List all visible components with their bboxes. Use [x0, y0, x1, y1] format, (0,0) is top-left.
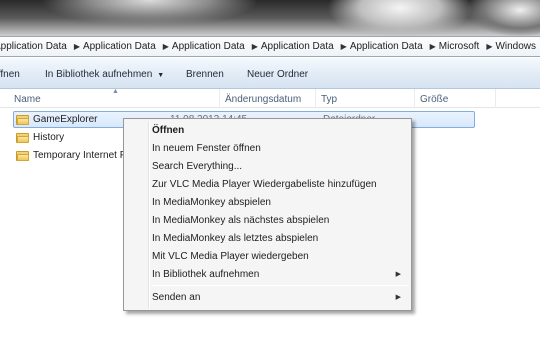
context-menu: Öffnen In neuem Fenster öffnen Search Ev… — [123, 118, 412, 311]
submenu-arrow-icon: ▶ — [395, 271, 401, 278]
chevron-right-icon[interactable]: ▶ — [71, 42, 83, 51]
folder-icon — [16, 132, 29, 143]
new-folder-button[interactable]: Neuer Ordner — [247, 69, 308, 80]
column-divider[interactable] — [495, 89, 496, 108]
breadcrumb-item[interactable]: Application Data — [172, 41, 249, 52]
caret-down-icon: ▼ — [157, 72, 165, 79]
column-header-name[interactable]: Name — [14, 94, 41, 105]
breadcrumb-item[interactable]: Microsoft — [439, 41, 484, 52]
add-to-library-label: In Bibliothek aufnehmen — [45, 69, 153, 80]
file-name: History — [33, 132, 65, 143]
chevron-right-icon[interactable]: ▶ — [483, 42, 495, 51]
column-divider[interactable] — [315, 89, 316, 108]
menu-item-send-to[interactable]: Senden an — [152, 292, 200, 303]
menu-item-vlc-add-playlist[interactable]: Zur VLC Media Player Wiedergabeliste hin… — [152, 179, 377, 190]
breadcrumb-item[interactable]: Application Data — [0, 41, 71, 52]
menu-item-search-everything[interactable]: Search Everything... — [152, 161, 242, 172]
burn-button[interactable]: Brennen — [186, 69, 224, 80]
breadcrumb-item[interactable]: Application Data — [261, 41, 338, 52]
desktop-background — [0, 0, 540, 36]
menu-item-mediamonkey-play-last[interactable]: In MediaMonkey als letztes abspielen — [152, 233, 318, 244]
column-divider[interactable] — [219, 89, 220, 108]
breadcrumb-item[interactable]: Windows — [495, 41, 540, 52]
menu-item-vlc-play[interactable]: Mit VLC Media Player wiedergeben — [152, 251, 309, 262]
menu-separator — [151, 285, 409, 286]
breadcrumb-item[interactable]: Application Data — [350, 41, 427, 52]
menu-item-mediamonkey-play[interactable]: In MediaMonkey abspielen — [152, 197, 271, 208]
menu-item-open[interactable]: Öffnen — [152, 125, 184, 136]
column-header-date[interactable]: Änderungsdatum — [225, 94, 301, 105]
column-header-size[interactable]: Größe — [420, 94, 448, 105]
open-button[interactable]: Öffnen — [0, 69, 20, 80]
folder-icon — [16, 150, 29, 161]
chevron-right-icon[interactable]: ▶ — [249, 42, 261, 51]
sort-ascending-icon: ▲ — [112, 88, 119, 95]
chevron-right-icon[interactable]: ▶ — [427, 42, 439, 51]
menu-item-mediamonkey-play-next[interactable]: In MediaMonkey als nächstes abspielen — [152, 215, 329, 226]
breadcrumb[interactable]: Application Data ▶ Application Data ▶ Ap… — [0, 36, 540, 57]
submenu-arrow-icon: ▶ — [395, 294, 401, 301]
chevron-right-icon[interactable]: ▶ — [338, 42, 350, 51]
column-divider[interactable] — [414, 89, 415, 108]
column-header-type[interactable]: Typ — [321, 94, 337, 105]
chevron-right-icon[interactable]: ▶ — [160, 42, 172, 51]
breadcrumb-item[interactable]: Application Data — [83, 41, 160, 52]
file-name: GameExplorer — [33, 114, 98, 125]
add-to-library-button[interactable]: In Bibliothek aufnehmen ▼ — [45, 69, 164, 80]
column-headers: ▲ Name Änderungsdatum Typ Größe — [0, 88, 540, 108]
menu-item-open-new-window[interactable]: In neuem Fenster öffnen — [152, 143, 261, 154]
menu-item-add-to-library[interactable]: In Bibliothek aufnehmen — [152, 269, 259, 280]
folder-icon — [16, 114, 29, 125]
command-bar: Öffnen In Bibliothek aufnehmen▼ Brennen … — [0, 58, 540, 89]
